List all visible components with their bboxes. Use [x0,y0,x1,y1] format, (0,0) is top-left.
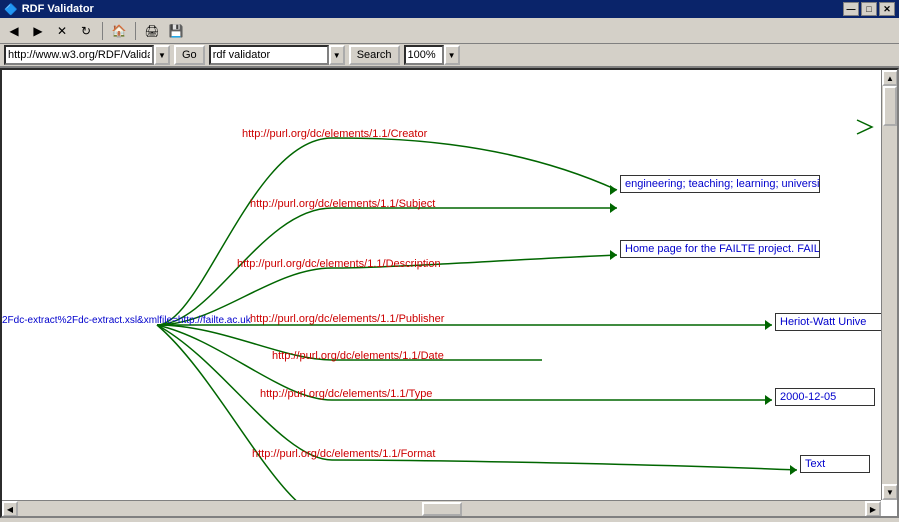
scroll-up-button[interactable]: ▲ [882,70,898,86]
url-input-group: ▼ [4,45,170,65]
predicate-creator[interactable]: http://purl.org/dc/elements/1.1/Creator [242,128,427,140]
predicate-type[interactable]: http://purl.org/dc/elements/1.1/Type [260,388,432,400]
scroll-right-button[interactable]: ▶ [865,501,881,517]
minimize-button[interactable]: — [843,2,859,16]
rdf-graph-svg [2,70,881,500]
url-input[interactable] [4,45,154,65]
predicate-subject[interactable]: http://purl.org/dc/elements/1.1/Subject [250,198,435,210]
object-format: Text [800,455,870,473]
print-button[interactable]: 🖨 [142,21,162,41]
predicate-format[interactable]: http://purl.org/dc/elements/1.1/Format [252,448,435,460]
object-description: Home page for the FAILTE project. FAILTE… [620,240,820,258]
content-area: 2Fdc-extract%2Fdc-extract.xsl&xmlfile=ht… [0,68,899,518]
predicate-publisher[interactable]: http://purl.org/dc/elements/1.1/Publishe… [250,313,444,325]
source-url-label: 2Fdc-extract%2Fdc-extract.xsl&xmlfile=ht… [2,315,251,326]
toolbar-separator-2 [135,22,136,40]
search-input[interactable] [209,45,329,65]
scroll-down-button[interactable]: ▼ [882,484,898,500]
go-button[interactable]: Go [174,45,205,65]
scroll-thumb-v[interactable] [883,86,897,126]
scroll-track-v[interactable] [882,86,897,484]
title-bar: 🔷 RDF Validator — □ ✕ [0,0,899,18]
object-publisher: Heriot-Watt Unive [775,313,885,331]
save-button[interactable]: 💾 [166,21,186,41]
search-input-group: ▼ [209,45,345,65]
predicate-description[interactable]: http://purl.org/dc/elements/1.1/Descript… [237,258,441,270]
zoom-input[interactable] [404,45,444,65]
scroll-thumb-h[interactable] [422,502,462,516]
window-controls: — □ ✕ [843,2,895,16]
object-creator: engineering; teaching; learning; univers… [620,175,820,193]
window-icon: 🔷 [4,3,18,16]
back-button[interactable]: ◀ [4,21,24,41]
home-button[interactable]: 🏠 [109,21,129,41]
close-button[interactable]: ✕ [879,2,895,16]
zoom-group: ▼ [404,45,460,65]
toolbar-separator-1 [102,22,103,40]
zoom-dropdown[interactable]: ▼ [444,45,460,65]
url-dropdown[interactable]: ▼ [154,45,170,65]
stop-button[interactable]: ✕ [52,21,72,41]
forward-button[interactable]: ▶ [28,21,48,41]
horizontal-scrollbar[interactable]: ◀ ▶ [2,500,881,516]
scroll-left-button[interactable]: ◀ [2,501,18,517]
toolbar: ◀ ▶ ✕ ↻ 🏠 🖨 💾 [0,18,899,44]
window-title: RDF Validator [22,3,94,15]
vertical-scrollbar[interactable]: ▲ ▼ [881,70,897,500]
refresh-button[interactable]: ↻ [76,21,96,41]
maximize-button[interactable]: □ [861,2,877,16]
search-button[interactable]: Search [349,45,400,65]
search-dropdown[interactable]: ▼ [329,45,345,65]
object-type: 2000-12-05 [775,388,875,406]
predicate-date[interactable]: http://purl.org/dc/elements/1.1/Date [272,350,444,362]
scroll-track-h[interactable] [18,501,865,516]
object-identifier: text/html [800,517,880,518]
address-bar: ▼ Go ▼ Search ▼ [0,44,899,68]
